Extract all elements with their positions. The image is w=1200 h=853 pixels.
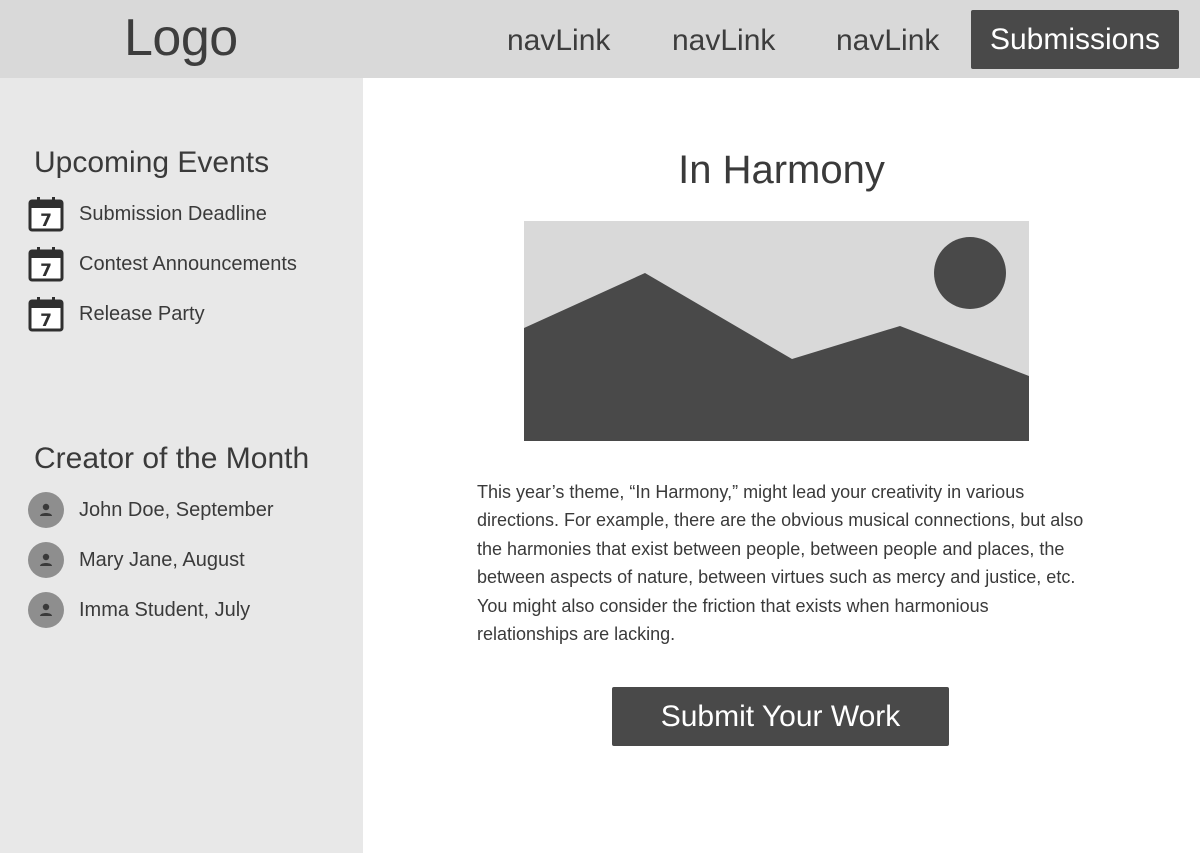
- creator-item-mary-jane[interactable]: Mary Jane, August: [28, 542, 245, 578]
- user-icon: [28, 592, 64, 628]
- event-label: Release Party: [79, 302, 205, 325]
- event-item-contest-announcements[interactable]: 7 Contest Announcements: [28, 246, 297, 282]
- event-label: Contest Announcements: [79, 252, 297, 275]
- svg-text:7: 7: [40, 261, 52, 281]
- user-icon: [28, 542, 64, 578]
- nav-link-3[interactable]: navLink: [836, 24, 939, 58]
- event-item-submission-deadline[interactable]: 7 Submission Deadline: [28, 196, 267, 232]
- logo[interactable]: Logo: [124, 8, 238, 68]
- page-title: In Harmony: [678, 148, 885, 192]
- calendar-icon: 7: [28, 197, 64, 232]
- creator-item-john-doe[interactable]: John Doe, September: [28, 492, 274, 528]
- user-icon: [28, 492, 64, 528]
- event-label: Submission Deadline: [79, 202, 267, 225]
- upcoming-events-heading: Upcoming Events: [34, 146, 270, 179]
- sidebar: Upcoming Events 7 Submission Deadline 7 …: [0, 78, 363, 853]
- creator-label: Mary Jane, August: [79, 548, 245, 571]
- creator-label: John Doe, September: [79, 498, 274, 521]
- nav-link-2[interactable]: navLink: [672, 24, 775, 58]
- event-item-release-party[interactable]: 7 Release Party: [28, 296, 205, 332]
- svg-text:7: 7: [40, 211, 52, 231]
- creator-label: Imma Student, July: [79, 598, 251, 621]
- calendar-icon: 7: [28, 247, 64, 282]
- top-navbar: Logo navLink navLink navLink Submissions: [0, 0, 1200, 78]
- svg-text:7: 7: [40, 311, 52, 331]
- theme-description: This year’s theme, “In Harmony,” might l…: [477, 482, 1084, 645]
- nav-link-1[interactable]: navLink: [507, 24, 610, 58]
- image-placeholder-icon: [524, 221, 1029, 441]
- creator-item-imma-student[interactable]: Imma Student, July: [28, 592, 250, 628]
- submissions-button[interactable]: Submissions: [971, 10, 1179, 69]
- submit-your-work-button[interactable]: Submit Your Work: [612, 687, 949, 746]
- calendar-icon: 7: [28, 297, 64, 332]
- creator-of-the-month-heading: Creator of the Month: [34, 442, 310, 475]
